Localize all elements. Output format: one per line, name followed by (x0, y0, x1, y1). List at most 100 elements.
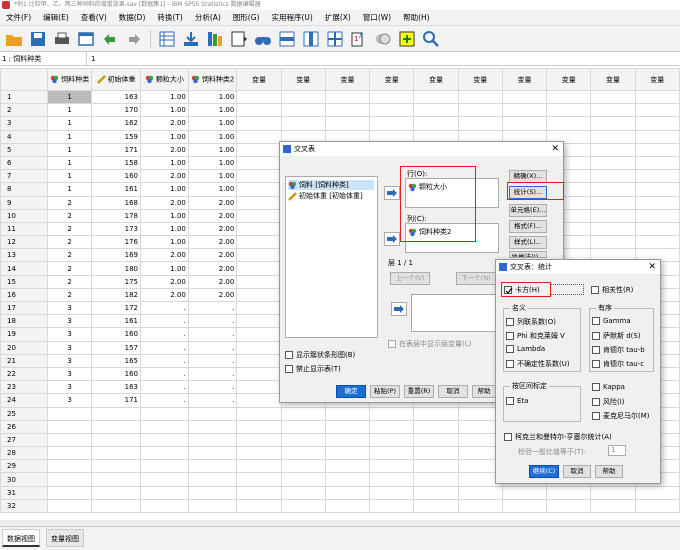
column-header-empty-var[interactable]: 变量 (546, 68, 592, 91)
data-cell[interactable] (236, 169, 282, 184)
data-cell[interactable] (91, 459, 141, 474)
row-number[interactable]: 15 (0, 274, 49, 289)
data-cell[interactable] (369, 406, 415, 421)
data-cell[interactable] (369, 459, 415, 474)
data-cell[interactable]: 2 (47, 274, 93, 289)
data-cell[interactable] (47, 472, 93, 487)
row-number[interactable]: 6 (0, 155, 49, 171)
data-cell[interactable]: 1.00 (139, 103, 189, 118)
data-cell[interactable] (187, 432, 238, 448)
menu-edit[interactable]: 编辑(E) (37, 12, 75, 23)
bootstrap-button[interactable]: 执举法(I)... (509, 251, 547, 258)
menu-transform[interactable]: 转换(T) (151, 12, 188, 23)
data-cell[interactable] (457, 103, 503, 118)
data-cell[interactable]: 1 (47, 142, 93, 157)
data-cell[interactable]: 1.00 (187, 155, 238, 171)
data-cell[interactable] (634, 155, 680, 171)
data-cell[interactable] (47, 419, 93, 434)
column-header-initial-weight[interactable]: 初始体重 (91, 68, 141, 91)
close-icon[interactable]: ✕ (648, 260, 656, 274)
data-cell[interactable] (546, 116, 592, 131)
gamma-checkbox[interactable]: Gamma (592, 317, 631, 325)
row-number[interactable]: 19 (0, 327, 49, 342)
data-cell[interactable]: 2.00 (139, 169, 189, 184)
data-cell[interactable] (236, 485, 282, 500)
data-cell[interactable] (634, 103, 680, 118)
ok-button[interactable]: 确定 (336, 385, 366, 398)
data-cell[interactable] (590, 142, 636, 157)
phi-cramer-checkbox[interactable]: Phi 和克莱姆 V (506, 331, 565, 341)
data-cell[interactable]: 172 (91, 300, 141, 316)
data-cell[interactable] (413, 406, 459, 421)
row-number[interactable]: 27 (0, 432, 49, 448)
variables-icon[interactable] (205, 29, 225, 49)
data-cell[interactable]: 2 (47, 261, 93, 276)
data-cell[interactable] (324, 459, 371, 474)
row-number[interactable]: 21 (0, 353, 49, 368)
data-cell[interactable]: 171 (91, 393, 141, 408)
data-cell[interactable] (236, 221, 282, 237)
data-cell[interactable]: 1.00 (139, 221, 189, 237)
row-number[interactable]: 12 (0, 235, 49, 250)
data-cell[interactable] (236, 103, 282, 118)
data-cell[interactable] (324, 498, 371, 514)
data-cell[interactable] (139, 485, 189, 500)
data-cell[interactable]: 2.00 (187, 235, 238, 250)
open-folder-icon[interactable] (4, 29, 24, 49)
data-cell[interactable]: 161 (91, 314, 141, 329)
insert-cases-icon[interactable] (277, 29, 297, 49)
data-cell[interactable] (324, 419, 371, 434)
data-cell[interactable] (413, 459, 459, 474)
data-cell[interactable]: 1 (47, 182, 93, 197)
data-cell[interactable] (91, 419, 141, 434)
data-cell[interactable]: 2.00 (187, 208, 238, 223)
row-number[interactable]: 14 (0, 261, 49, 276)
data-cell[interactable]: 2.00 (187, 287, 238, 303)
data-cell[interactable] (139, 406, 189, 421)
column-header-feed-type[interactable]: 饲料种类 (47, 68, 93, 91)
data-cell[interactable] (236, 155, 282, 171)
data-cell[interactable]: 3 (47, 314, 93, 329)
data-cell[interactable] (369, 103, 415, 118)
data-cell[interactable] (590, 195, 636, 210)
data-cell[interactable]: . (187, 300, 238, 316)
data-cell[interactable]: . (187, 393, 238, 408)
data-cell[interactable]: . (187, 380, 238, 395)
data-cell[interactable]: 1.00 (139, 208, 189, 223)
row-number[interactable]: 30 (0, 472, 49, 487)
data-cell[interactable]: . (139, 366, 189, 382)
data-cell[interactable] (324, 89, 371, 105)
data-cell[interactable] (139, 498, 189, 514)
data-cell[interactable]: . (139, 300, 189, 316)
show-all-variables-icon[interactable] (397, 29, 417, 49)
data-cell[interactable]: 158 (91, 155, 141, 171)
row-number[interactable]: 23 (0, 380, 49, 395)
data-cell[interactable] (634, 129, 680, 144)
data-cell[interactable] (369, 116, 415, 131)
data-cell[interactable]: 2.00 (187, 261, 238, 276)
data-cell[interactable] (236, 235, 282, 250)
data-cell[interactable]: 2 (47, 195, 93, 210)
data-cell[interactable]: 163 (91, 89, 141, 105)
data-cell[interactable] (546, 103, 592, 118)
data-cell[interactable]: 1.00 (187, 129, 238, 144)
move-to-column-button[interactable] (384, 232, 400, 246)
tab-variable-view[interactable]: 变量视图 (46, 529, 84, 547)
row-number[interactable]: 3 (0, 116, 49, 131)
data-cell[interactable] (280, 432, 326, 448)
search-icon[interactable] (421, 29, 441, 49)
data-cell[interactable] (590, 169, 636, 184)
data-cell[interactable] (236, 142, 282, 157)
data-cell[interactable] (546, 498, 592, 514)
data-cell[interactable]: 1.00 (139, 182, 189, 197)
column-header-empty-var[interactable]: 变量 (590, 68, 636, 91)
data-cell[interactable] (139, 432, 189, 448)
data-cell[interactable]: 160 (91, 169, 141, 184)
data-cell[interactable]: 157 (91, 340, 141, 355)
data-cell[interactable]: . (187, 327, 238, 342)
data-cell[interactable] (47, 432, 93, 448)
data-cell[interactable] (91, 485, 141, 500)
data-cell[interactable] (634, 235, 680, 250)
data-cell[interactable]: 1.00 (139, 235, 189, 250)
menu-view[interactable]: 查看(V) (75, 12, 113, 23)
